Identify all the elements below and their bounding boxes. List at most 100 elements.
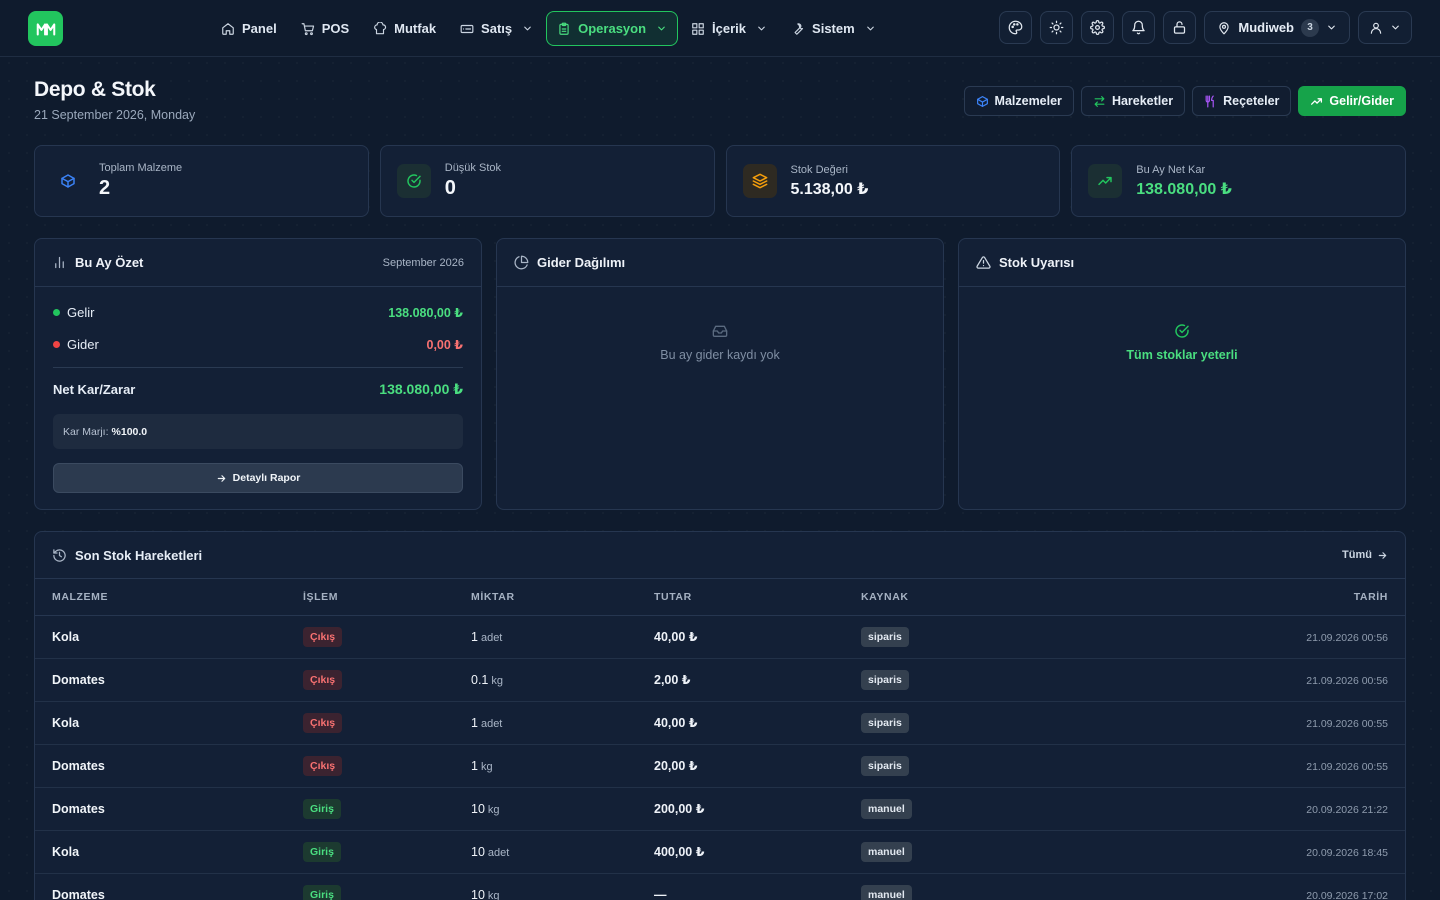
movements-table: MALZEME İŞLEM MİKTAR TUTAR KAYNAK TARİH … [35,579,1405,900]
stat-icon-box [1088,164,1123,198]
chevron-down-icon [658,26,665,31]
table-row[interactable]: Kola Çıkış 1 adet 40,00 ₺ siparis 21.09.2026 0… [35,701,1405,745]
inbox-icon [712,325,728,337]
panel-header: Stok Uyarısı [959,239,1405,287]
summary-divider [53,367,463,368]
app-logo[interactable] [28,11,63,46]
amount-value: 400,00 ₺ [654,845,705,859]
materials-button[interactable]: Malzemeler [963,86,1074,116]
recent-movements-panel: Son Stok Hareketleri Tümü MALZEME İŞLEM … [34,531,1406,900]
recipes-button[interactable]: Reçeteler [1192,86,1292,116]
table-row[interactable]: Domates Çıkış 0.1 kg 2,00 ₺ siparis 21.09.2026… [35,658,1405,702]
stat-label: Stok Değeri [790,163,848,176]
income-label: Gelir [67,305,95,320]
lock-button[interactable] [1163,11,1197,44]
column-header-date[interactable]: TARİH [1161,579,1405,616]
column-header-operation[interactable]: İŞLEM [303,579,471,616]
income-value: 138.080,00 ₺ [388,306,463,320]
stat-value: 138.080,00 ₺ [1136,180,1232,198]
source-badge: manuel [861,841,912,862]
operation-badge: Giriş [303,841,341,862]
nav-panel[interactable]: Panel [210,11,288,46]
nav-panel-label: Panel [242,21,277,36]
column-header-amount[interactable]: TUTAR [654,579,861,616]
amount-value: 2,00 ₺ [654,673,691,687]
detailed-report-button[interactable]: Detaylı Rapor [53,463,463,493]
date-value: 20.09.2026 17:02 [1306,889,1388,900]
nav-icerik[interactable]: İçerik [680,11,778,46]
material-name: Domates [52,887,105,900]
expense-dot [53,341,60,348]
location-selector[interactable]: Mudiweb 3 [1204,11,1350,44]
material-name: Kola [52,629,80,644]
cart-icon [301,22,314,35]
movements-table-body: Kola Çıkış 1 adet 40,00 ₺ siparis 21.09.2026 0… [35,615,1405,900]
stat-value: 2 [99,177,111,199]
amount-value: — [654,887,667,900]
arrow-right-icon [217,474,225,482]
date-value: 21.09.2026 00:55 [1306,760,1388,773]
quantity-value: 10 [471,887,485,900]
lock-icon [1174,21,1186,34]
stat-icon-box [396,164,431,198]
top-navbar: Panel POS Mutfak Satış Operasyon İçerik … [0,0,1440,57]
nav-sistem[interactable]: Sistem [780,11,887,46]
bar-chart-icon [55,256,64,269]
nav-operasyon-label: Operasyon [578,21,647,36]
chevron-down-icon [866,26,874,31]
nav-satis[interactable]: Satış [449,11,544,46]
nav-mutfak[interactable]: Mutfak [362,11,447,46]
notifications-button[interactable] [1122,11,1156,44]
column-header-source[interactable]: KAYNAK [861,579,1161,616]
material-name: Kola [52,844,80,859]
stat-icon-box [742,164,777,198]
quantity-unit: kg [487,889,500,900]
stat-stock-value: Stok Değeri 5.138,00 ₺ [725,145,1061,217]
stat-low-stock: Düşük Stok 0 [379,145,715,217]
recipes-button-label: Reçeteler [1223,94,1280,108]
material-name: Domates [52,758,105,773]
profit-margin-box: Kar Marjı: %100.0 [53,414,463,449]
column-header-material[interactable]: MALZEME [35,579,303,616]
date-value: 20.09.2026 21:22 [1306,803,1388,816]
table-row[interactable]: Kola Giriş 10 adet 400,00 ₺ manuel 20.09.2026 … [35,830,1405,874]
palette-icon [1009,20,1023,35]
settings-button[interactable] [1081,11,1115,44]
box-icon [976,95,988,107]
material-name: Kola [52,715,80,730]
column-header-quantity[interactable]: MİKTAR [471,579,654,616]
nav-pos[interactable]: POS [290,11,360,46]
amount-value: 20,00 ₺ [654,759,698,773]
theme-palette-button[interactable] [999,11,1033,44]
income-row: Gelir 138.080,00 ₺ [53,305,463,320]
nav-operasyon[interactable]: Operasyon [546,11,679,46]
table-row[interactable]: Domates Giriş 10 kg 200,00 ₺ manuel 20.09.2026… [35,787,1405,831]
quantity-value: 1 [471,629,478,644]
trending-up-icon [1311,97,1323,105]
user-menu[interactable] [1358,11,1412,44]
movements-button-label: Hareketler [1111,94,1174,108]
table-row[interactable]: Kola Çıkış 1 adet 40,00 ₺ siparis 21.09.2026 0… [35,615,1405,659]
table-row[interactable]: Domates Giriş 10 kg — manuel 20.09.2026 17:02 [35,873,1405,900]
light-mode-button[interactable] [1040,11,1074,44]
page-date: 21 September 2026, Monday [34,108,196,122]
source-badge: siparis [861,755,909,776]
clipboard-icon [559,22,569,35]
logo-icon [36,22,55,36]
empty-message: Bu ay gider kaydı yok [660,348,780,362]
chevron-down-icon [1328,25,1335,30]
stat-icon-box [51,164,85,198]
movements-button[interactable]: Hareketler [1080,86,1186,116]
quantity-unit: kg [487,803,500,816]
date-value: 21.09.2026 00:56 [1306,674,1388,687]
page-title: Depo & Stok [34,78,156,101]
operation-badge: Çıkış [303,626,343,647]
net-label: Net Kar/Zarar [53,382,136,397]
material-name: Domates [52,672,105,687]
chevron-down-icon [1392,25,1399,30]
table-row[interactable]: Domates Çıkış 1 kg 20,00 ₺ siparis 21.09.2026 … [35,744,1405,788]
income-expense-button[interactable]: Gelir/Gider [1298,86,1406,116]
view-all-link[interactable]: Tümü [1342,549,1388,561]
quantity-unit: adet [487,846,510,859]
stat-label: Toplam Malzeme [99,162,183,174]
